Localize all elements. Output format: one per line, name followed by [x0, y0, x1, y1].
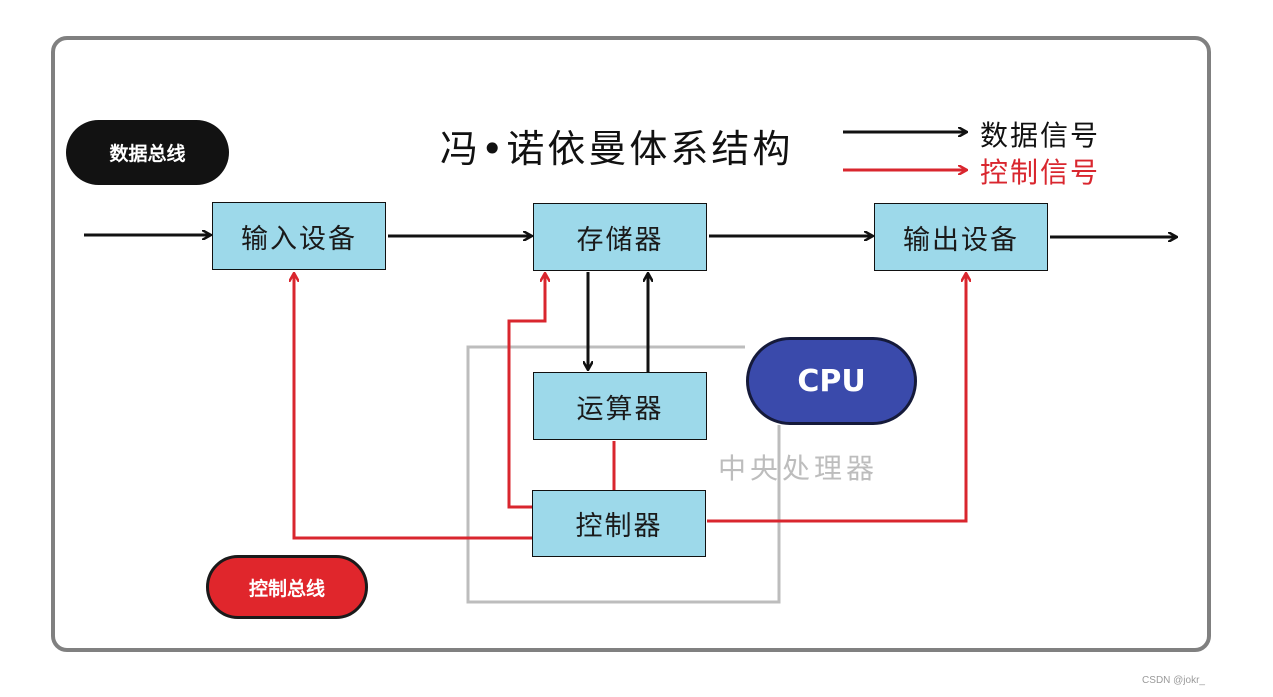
cpu-badge: CPU [746, 337, 917, 425]
output-device-box: 输出设备 [874, 203, 1048, 271]
alu-box: 运算器 [533, 372, 707, 440]
control-arrow-to-input [294, 274, 532, 540]
watermark: CSDN @jokr_ [1142, 675, 1205, 686]
memory-box: 存储器 [533, 203, 707, 271]
cpu-group-label: 中央处理器 [718, 452, 879, 485]
controller-box: 控制器 [532, 490, 706, 557]
diagram-title: 冯•诺依曼体系结构 [440, 127, 794, 171]
signal-wires [84, 0, 1273, 604]
legend-control-label: 控制信号 [980, 156, 1101, 189]
control-bus-badge: 控制总线 [206, 555, 368, 619]
input-device-box: 输入设备 [212, 202, 386, 270]
legend-data-label: 数据信号 [980, 119, 1101, 152]
data-bus-badge: 数据总线 [66, 120, 229, 185]
